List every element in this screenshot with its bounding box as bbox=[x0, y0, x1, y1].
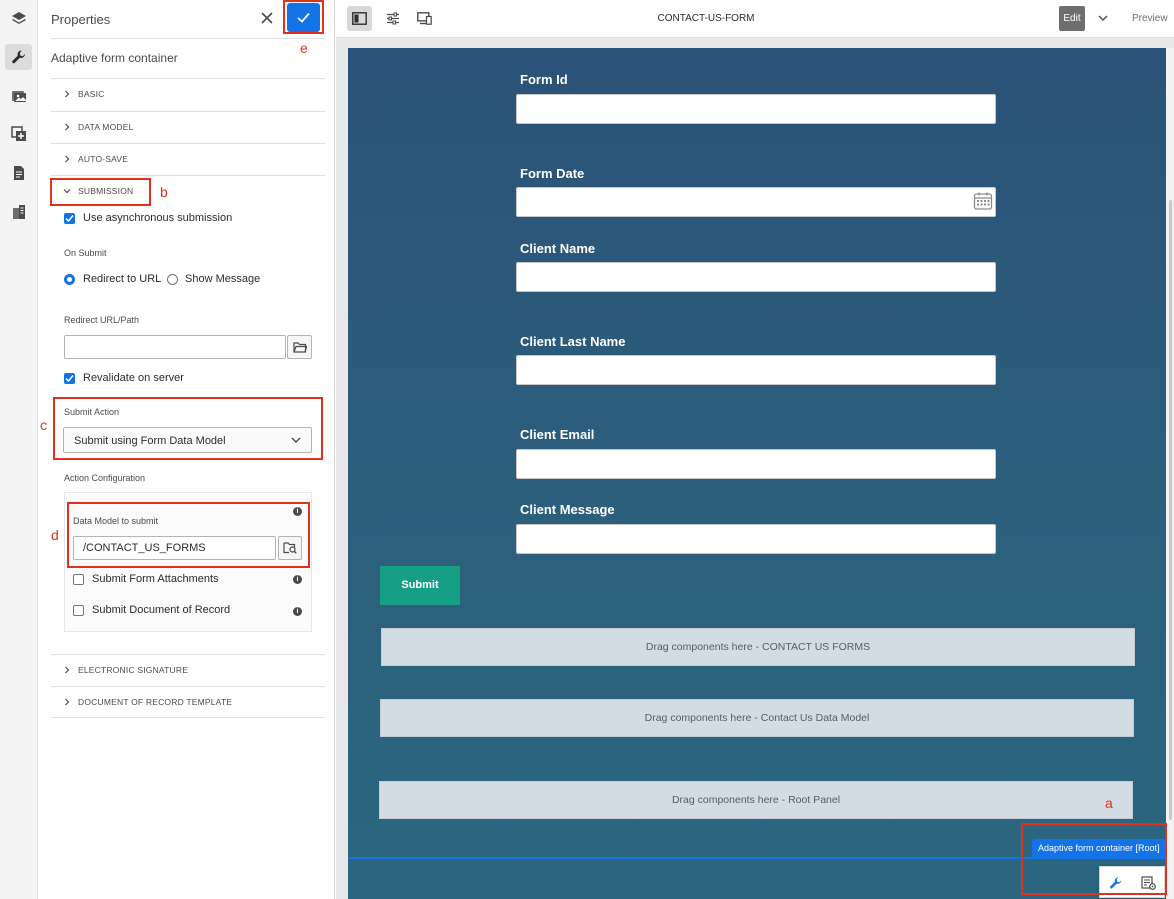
folder-icon bbox=[292, 341, 307, 353]
section-auto-save[interactable]: AUTO-SAVE bbox=[51, 143, 325, 175]
chevron-right-icon bbox=[65, 90, 70, 98]
browse-folder-button[interactable] bbox=[287, 335, 312, 359]
wrench-icon[interactable] bbox=[5, 44, 32, 70]
properties-panel: Properties Adaptive form container BASIC… bbox=[38, 0, 335, 899]
header-divider bbox=[51, 38, 325, 39]
revalidate-label: Revalidate on server bbox=[83, 372, 184, 384]
section-label: ELECTRONIC SIGNATURE bbox=[78, 665, 189, 675]
info-icon[interactable]: i bbox=[293, 607, 302, 616]
annotation-box-e bbox=[283, 0, 324, 34]
toggle-side-panel-button[interactable] bbox=[347, 6, 372, 31]
assets-icon[interactable] bbox=[5, 83, 32, 109]
content-tree-icon[interactable] bbox=[5, 199, 32, 225]
chevron-right-icon bbox=[65, 123, 70, 131]
editor-toolbar: CONTACT-US-FORM Edit Preview bbox=[336, 0, 1174, 38]
section-electronic-signature[interactable]: ELECTRONIC SIGNATURE bbox=[51, 654, 325, 686]
action-configuration-label: Action Configuration bbox=[64, 473, 146, 483]
edit-mode-button[interactable]: Edit bbox=[1059, 6, 1085, 31]
section-label: BASIC bbox=[78, 89, 105, 99]
chevron-down-icon[interactable] bbox=[1098, 14, 1108, 22]
section-basic[interactable]: BASIC bbox=[51, 78, 325, 110]
add-component-icon[interactable] bbox=[5, 121, 32, 147]
section-data-model[interactable]: DATA MODEL bbox=[51, 111, 325, 143]
section-dor-template[interactable]: DOCUMENT OF RECORD TEMPLATE bbox=[51, 686, 325, 718]
side-rail bbox=[0, 0, 38, 899]
sliders-icon bbox=[386, 12, 399, 25]
preview-button[interactable]: Preview bbox=[1132, 13, 1168, 24]
annotation-label-d: d bbox=[51, 527, 59, 543]
redirect-url-path-label: Redirect URL/Path bbox=[64, 315, 140, 325]
section-label: DOCUMENT OF RECORD TEMPLATE bbox=[78, 697, 233, 707]
annotation-box-c bbox=[53, 397, 323, 460]
page-properties-button[interactable] bbox=[380, 6, 405, 31]
client-name-label: Client Name bbox=[520, 241, 596, 256]
layers-icon[interactable] bbox=[5, 6, 32, 32]
annotation-label-b: b bbox=[160, 184, 168, 200]
redirect-url-radio-label: Redirect to URL bbox=[83, 273, 162, 285]
async-submission-checkbox[interactable] bbox=[64, 213, 75, 224]
form-attachments-checkbox[interactable] bbox=[73, 574, 84, 585]
chevron-right-icon bbox=[65, 155, 70, 163]
document-title: CONTACT-US-FORM bbox=[657, 13, 755, 24]
revalidate-checkbox[interactable] bbox=[64, 373, 75, 384]
info-icon[interactable]: i bbox=[293, 575, 302, 584]
annotation-box-b bbox=[50, 178, 151, 206]
close-icon[interactable] bbox=[257, 8, 277, 28]
section-label: AUTO-SAVE bbox=[78, 154, 129, 164]
drop-zone-contact-us-data-model[interactable]: Drag components here - Contact Us Data M… bbox=[380, 699, 1134, 737]
redirect-url-input[interactable] bbox=[64, 335, 286, 359]
form-id-label: Form Id bbox=[520, 72, 568, 87]
form-date-label: Form Date bbox=[520, 166, 585, 181]
annotation-label-e: e bbox=[300, 40, 308, 56]
client-message-label: Client Message bbox=[520, 502, 615, 517]
drop-zone-contact-us-forms[interactable]: Drag components here - CONTACT US FORMS bbox=[381, 628, 1135, 666]
drop-zone-root-panel[interactable]: Drag components here - Root Panel bbox=[379, 781, 1133, 819]
component-title: Adaptive form container bbox=[51, 51, 178, 65]
calendar-icon[interactable] bbox=[973, 191, 993, 211]
section-label: DATA MODEL bbox=[78, 122, 134, 132]
scrollbar-thumb[interactable] bbox=[1169, 200, 1172, 820]
side-panel-icon bbox=[352, 12, 367, 25]
chevron-right-icon bbox=[65, 698, 70, 706]
client-name-input[interactable] bbox=[516, 262, 996, 292]
redirect-url-radio[interactable] bbox=[64, 274, 75, 285]
form-date-input[interactable] bbox=[516, 187, 996, 217]
chevron-right-icon bbox=[65, 666, 70, 674]
client-email-label: Client Email bbox=[520, 427, 595, 442]
devices-icon bbox=[417, 12, 432, 25]
on-submit-label: On Submit bbox=[64, 248, 107, 258]
annotation-box-a bbox=[1021, 823, 1167, 895]
client-last-name-input[interactable] bbox=[516, 355, 996, 385]
document-of-record-label: Submit Document of Record bbox=[92, 604, 231, 616]
show-message-radio-label: Show Message bbox=[185, 273, 261, 285]
form-attachments-label: Submit Form Attachments bbox=[92, 573, 219, 585]
submit-button[interactable]: Submit bbox=[380, 566, 460, 605]
show-message-radio[interactable] bbox=[167, 274, 178, 285]
annotation-label-c: c bbox=[40, 417, 47, 433]
form-id-input[interactable] bbox=[516, 94, 996, 124]
panel-title: Properties bbox=[51, 12, 111, 27]
client-last-name-label: Client Last Name bbox=[520, 334, 626, 349]
client-email-input[interactable] bbox=[516, 449, 996, 479]
document-of-record-checkbox[interactable] bbox=[73, 605, 84, 616]
client-message-input[interactable] bbox=[516, 524, 996, 554]
annotation-box-d bbox=[67, 502, 310, 568]
annotation-label-a: a bbox=[1105, 795, 1113, 811]
emulator-button[interactable] bbox=[412, 6, 437, 31]
document-icon[interactable] bbox=[5, 160, 32, 186]
async-submission-label: Use asynchronous submission bbox=[83, 212, 233, 224]
